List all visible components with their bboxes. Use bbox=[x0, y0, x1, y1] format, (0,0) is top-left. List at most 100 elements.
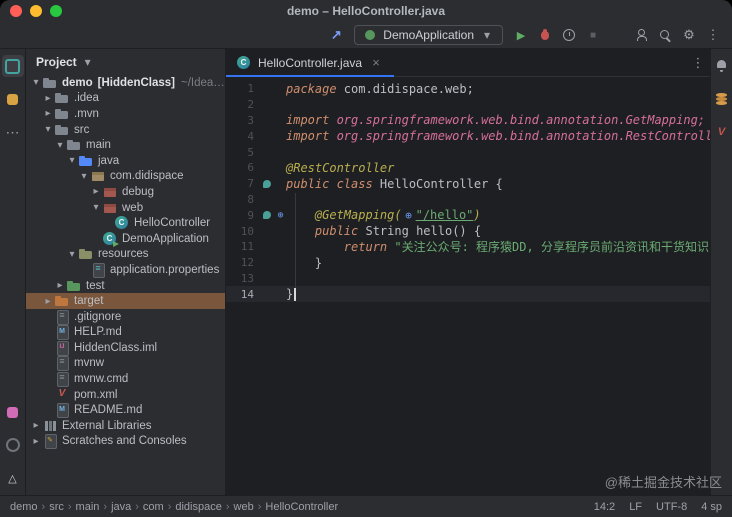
run-circle-button[interactable] bbox=[2, 434, 24, 456]
breadcrumb-item[interactable]: demo bbox=[10, 501, 38, 513]
tab-hellocontroller[interactable]: HelloController.java bbox=[226, 49, 395, 77]
tree-item-.gitignore[interactable]: .gitignore bbox=[26, 309, 225, 325]
debug-button[interactable] bbox=[534, 24, 556, 46]
user-button[interactable] bbox=[630, 24, 652, 46]
minimize-window-button[interactable] bbox=[30, 5, 42, 17]
file-encoding[interactable]: UTF-8 bbox=[656, 501, 687, 513]
tree-item-demoapplication[interactable]: DemoApplication bbox=[26, 231, 225, 247]
maven-button[interactable] bbox=[711, 121, 732, 143]
tree-item-src[interactable]: src bbox=[26, 122, 225, 138]
profiler-button[interactable] bbox=[558, 24, 580, 46]
code-editor[interactable]: 1 package com.didispace.web; 2 3 import org.… bbox=[226, 77, 710, 495]
tree-item-application.properties[interactable]: application.properties bbox=[26, 262, 225, 278]
code-line-14[interactable]: 14} bbox=[226, 286, 710, 303]
code-line-11[interactable]: 11 return "关注公众号: 程序猿DD, 分享程序员前沿资讯和干货知识"… bbox=[226, 239, 710, 255]
problems-button[interactable] bbox=[2, 467, 24, 489]
tree-item-help.md[interactable]: HELP.md bbox=[26, 325, 225, 341]
breadcrumb-item[interactable]: HelloController bbox=[265, 501, 338, 513]
code-line-10[interactable]: 10 public String hello() { bbox=[226, 223, 710, 239]
code-line-6[interactable]: 6 @RestController bbox=[226, 160, 710, 176]
tree-item-external-libraries[interactable]: External Libraries bbox=[26, 418, 225, 434]
breadcrumb-item[interactable]: didispace bbox=[175, 501, 221, 513]
code-line-2[interactable]: 2 bbox=[226, 97, 710, 113]
services-button[interactable] bbox=[2, 401, 24, 423]
tree-item-debug[interactable]: debug bbox=[26, 184, 225, 200]
code-line-5[interactable]: 5 bbox=[226, 144, 710, 160]
notifications-button[interactable] bbox=[711, 55, 732, 77]
breadcrumb-item[interactable]: com bbox=[143, 501, 164, 513]
tree-item-resources[interactable]: resources bbox=[26, 247, 225, 263]
code-line-3[interactable]: 3 import org.springframework.web.bind.ann… bbox=[226, 113, 710, 129]
chevron-down-icon[interactable] bbox=[54, 140, 66, 151]
breadcrumb-item[interactable]: src bbox=[49, 501, 64, 513]
tree-item-.idea[interactable]: .idea bbox=[26, 91, 225, 107]
chevron-right-icon[interactable] bbox=[42, 93, 54, 104]
line-separator[interactable]: LF bbox=[629, 501, 642, 513]
tree-item-pom.xml[interactable]: pom.xml bbox=[26, 387, 225, 403]
tree-item-label: mvnw.cmd bbox=[74, 373, 129, 386]
code-line-13[interactable]: 13 bbox=[226, 271, 710, 287]
breadcrumb-item[interactable]: main bbox=[76, 501, 100, 513]
chevron-down-icon[interactable] bbox=[42, 124, 54, 135]
code-line-9[interactable]: 9 @GetMapping("/hello") bbox=[226, 207, 710, 223]
code-line-12[interactable]: 12 } bbox=[226, 255, 710, 271]
tree-item-test[interactable]: test bbox=[26, 278, 225, 294]
chevron-down-icon[interactable] bbox=[66, 155, 78, 166]
gutter-bean-icon[interactable] bbox=[260, 177, 273, 190]
chevron-down-icon[interactable] bbox=[90, 202, 102, 213]
commit-button[interactable] bbox=[2, 88, 24, 110]
stop-button[interactable] bbox=[582, 24, 604, 46]
tree-item-mvnw[interactable]: mvnw bbox=[26, 356, 225, 372]
close-window-button[interactable] bbox=[10, 5, 22, 17]
tree-item-web[interactable]: web bbox=[26, 200, 225, 216]
database-button[interactable] bbox=[711, 88, 732, 110]
tree-item-scratches-and-consoles[interactable]: Scratches and Consoles bbox=[26, 434, 225, 450]
tree-item-label: com.didispace bbox=[110, 170, 184, 183]
close-tab-icon[interactable] bbox=[368, 55, 384, 71]
chevron-right-icon[interactable] bbox=[42, 108, 54, 119]
tree-item-com.didispace[interactable]: com.didispace bbox=[26, 169, 225, 185]
tree-item-hiddenclass.iml[interactable]: HiddenClass.iml bbox=[26, 340, 225, 356]
code-line-8[interactable]: 8 bbox=[226, 192, 710, 208]
tree-item-target[interactable]: target bbox=[26, 293, 225, 309]
indent-info[interactable]: 4 sp bbox=[701, 501, 722, 513]
tree-item-demo[interactable]: demo [HiddenClass] ~/IdeaProject... bbox=[26, 75, 225, 91]
tree-item-hellocontroller[interactable]: HelloController bbox=[26, 215, 225, 231]
code-line-1[interactable]: 1 package com.didispace.web; bbox=[226, 81, 710, 97]
chevron-right-icon[interactable] bbox=[42, 296, 54, 307]
gutter-bean-icon[interactable] bbox=[260, 209, 273, 222]
run-config-label: DemoApplication bbox=[383, 28, 474, 42]
more-horizontal-button[interactable] bbox=[2, 121, 24, 143]
project-panel-header[interactable]: Project bbox=[26, 49, 225, 75]
breadcrumb-item[interactable]: java bbox=[111, 501, 131, 513]
project-button[interactable] bbox=[1, 55, 24, 77]
tree-item-readme.md[interactable]: README.md bbox=[26, 402, 225, 419]
settings-button[interactable] bbox=[678, 24, 700, 46]
gutter-globe-icon[interactable] bbox=[274, 209, 287, 222]
tree-item-main[interactable]: main bbox=[26, 137, 225, 153]
chevron-down-icon[interactable] bbox=[66, 249, 78, 260]
search-button[interactable] bbox=[654, 24, 676, 46]
cursor-position[interactable]: 14:2 bbox=[594, 501, 615, 513]
run-button[interactable] bbox=[510, 24, 532, 46]
chevron-right-icon[interactable] bbox=[30, 420, 42, 431]
tree-item-.mvn[interactable]: .mvn bbox=[26, 106, 225, 122]
tree-item-mvnw.cmd[interactable]: mvnw.cmd bbox=[26, 371, 225, 388]
chevron-right-icon[interactable] bbox=[54, 280, 66, 291]
tab-options-icon[interactable] bbox=[690, 55, 706, 71]
chevron-right-icon[interactable] bbox=[30, 436, 42, 447]
breadcrumb-item[interactable]: web bbox=[234, 501, 254, 513]
chevron-down-icon[interactable] bbox=[78, 171, 90, 182]
tree-item-java[interactable]: java bbox=[26, 153, 225, 169]
build-arrow-button[interactable] bbox=[325, 24, 347, 46]
zoom-window-button[interactable] bbox=[50, 5, 62, 17]
code-line-7[interactable]: 7 public class HelloController { bbox=[226, 176, 710, 192]
inspections-ok-icon[interactable] bbox=[226, 308, 230, 324]
run-configuration-select[interactable]: DemoApplication bbox=[354, 25, 503, 45]
code-line-4[interactable]: 4 import org.springframework.web.bind.ann… bbox=[226, 128, 710, 144]
chevron-down-icon[interactable] bbox=[30, 77, 42, 88]
class-run-icon bbox=[102, 231, 119, 247]
chevron-right-icon[interactable] bbox=[90, 186, 102, 197]
more-vertical-button[interactable] bbox=[702, 24, 724, 46]
services-icon bbox=[5, 404, 21, 420]
